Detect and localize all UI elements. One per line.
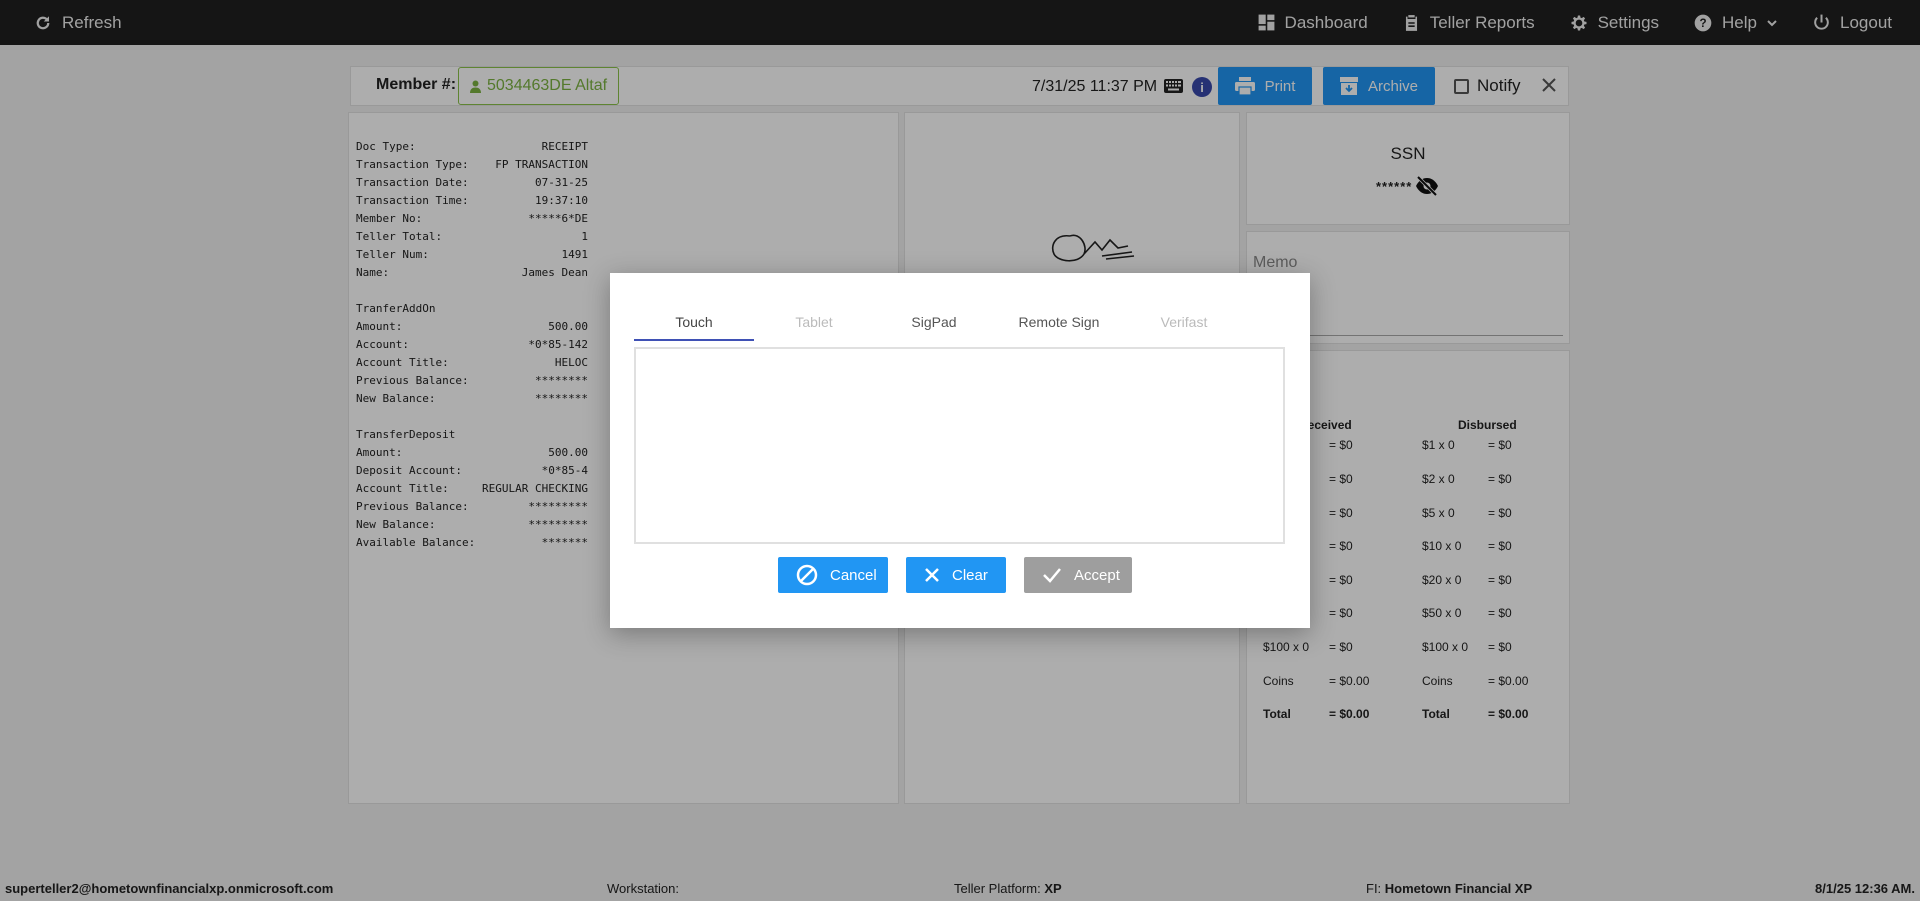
tab-remote-sign[interactable]: Remote Sign <box>994 308 1124 340</box>
cancel-label: Cancel <box>830 566 877 584</box>
accept-button[interactable]: Accept <box>1024 557 1132 593</box>
clear-button[interactable]: Clear <box>906 557 1006 593</box>
tab-tablet: Tablet <box>795 314 833 330</box>
accept-label: Accept <box>1074 566 1120 584</box>
tab-verifast: Verifast <box>1160 314 1208 330</box>
tab-sigpad[interactable]: SigPad <box>874 308 994 340</box>
close-icon <box>925 568 939 582</box>
signature-dialog: Touch Tablet SigPad Remote Sign Verifast Can… <box>610 273 1310 628</box>
clear-label: Clear <box>952 566 988 584</box>
cancel-button[interactable]: Cancel <box>778 557 888 593</box>
check-icon <box>1043 568 1061 583</box>
ban-icon <box>796 564 818 586</box>
signature-canvas[interactable] <box>634 347 1285 544</box>
tab-touch[interactable]: Touch <box>634 308 754 341</box>
signature-tabs: Touch Tablet SigPad Remote Sign Verifast <box>634 308 1274 341</box>
